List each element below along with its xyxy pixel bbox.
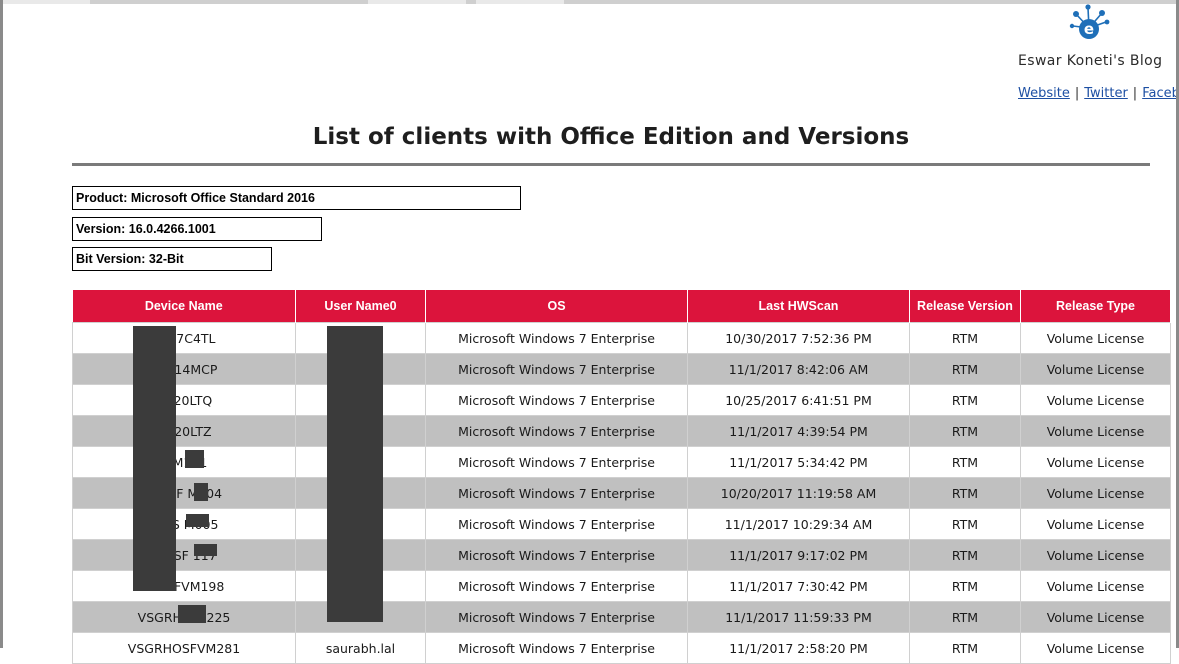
os-cell: Microsoft Windows 7 Enterprise bbox=[425, 353, 688, 385]
table-row: V OSF M004 Microsoft Windows 7 Enterprise… bbox=[72, 477, 1171, 509]
release-version-cell: RTM bbox=[909, 508, 1021, 540]
last-hwscan-cell: 11/1/2017 2:58:20 PM bbox=[687, 632, 910, 664]
column-header-last-hwscan[interactable]: Last HWScan bbox=[687, 290, 910, 323]
device-name-cell: V OS M005 bbox=[72, 508, 296, 540]
last-hwscan-cell: 11/1/2017 7:30:42 PM bbox=[687, 570, 910, 602]
tab-strip-segment bbox=[466, 0, 476, 4]
os-cell: Microsoft Windows 7 Enterprise bbox=[425, 632, 688, 664]
device-name-cell: V OSF 117 bbox=[72, 539, 296, 571]
table-row: VSGRHOSFVM281 saurabh.lal Microsoft Window… bbox=[72, 632, 1171, 664]
twitter-link[interactable]: Twitter bbox=[1084, 86, 1128, 101]
title-divider bbox=[72, 163, 1150, 166]
table-row: V OSFVM198w suMicrosoft Windows 7 Enterp… bbox=[72, 570, 1171, 602]
clients-table: Device Name User Name0 OS Last HWScan Re… bbox=[72, 290, 1171, 664]
release-version-cell: RTM bbox=[909, 353, 1021, 385]
table-row: O220LTZv suMicrosoft Windows 7 Enterpris… bbox=[72, 415, 1171, 447]
release-type-cell: Volume License bbox=[1020, 632, 1171, 664]
release-version-cell: RTM bbox=[909, 384, 1021, 416]
table-row: V OS M005sMicrosoft Windows 7 Enterprise… bbox=[72, 508, 1171, 540]
last-hwscan-cell: 10/20/2017 11:19:58 AM bbox=[687, 477, 910, 509]
release-version-cell: RTM bbox=[909, 322, 1021, 354]
device-name-cell: E4514MCP bbox=[72, 353, 296, 385]
table-row: S M101A STMicrosoft Windows 7 Enterprise… bbox=[72, 446, 1171, 478]
device-name-cell: V OSFVM198 bbox=[72, 570, 296, 602]
release-version-cell: RTM bbox=[909, 446, 1021, 478]
last-hwscan-cell: 11/1/2017 4:39:54 PM bbox=[687, 415, 910, 447]
bit-version-box: Bit Version: 32-Bit bbox=[72, 247, 272, 271]
release-type-cell: Volume License bbox=[1020, 601, 1171, 633]
blog-title: Eswar Koneti's Blog bbox=[1018, 53, 1163, 69]
tab-strip-segment bbox=[90, 0, 368, 4]
social-links: Website | Twitter | Faceb bbox=[1018, 86, 1176, 101]
column-header-release-version[interactable]: Release Version bbox=[909, 290, 1021, 323]
os-cell: Microsoft Windows 7 Enterprise bbox=[425, 570, 688, 602]
table-row: E247C4TL Microsoft Windows 7 Enterprise 10… bbox=[72, 322, 1171, 354]
release-type-cell: Volume License bbox=[1020, 446, 1171, 478]
last-hwscan-cell: 11/1/2017 11:59:33 PM bbox=[687, 601, 910, 633]
redaction-block bbox=[327, 326, 383, 622]
blog-logo-icon: e bbox=[1069, 4, 1110, 39]
table-header-row: Device Name User Name0 OS Last HWScan Re… bbox=[72, 290, 1171, 323]
redaction-block bbox=[178, 605, 206, 623]
os-cell: Microsoft Windows 7 Enterprise bbox=[425, 477, 688, 509]
release-type-cell: Volume License bbox=[1020, 539, 1171, 571]
release-version-cell: RTM bbox=[909, 601, 1021, 633]
redaction-block bbox=[194, 544, 217, 556]
release-version-cell: RTM bbox=[909, 539, 1021, 571]
os-cell: Microsoft Windows 7 Enterprise bbox=[425, 508, 688, 540]
device-name-cell: E247C4TL bbox=[72, 322, 296, 354]
facebook-link[interactable]: Faceb bbox=[1142, 86, 1176, 101]
device-name-cell: S M101 bbox=[72, 446, 296, 478]
os-cell: Microsoft Windows 7 Enterprise bbox=[425, 601, 688, 633]
release-version-cell: RTM bbox=[909, 632, 1021, 664]
table-row: O220LTQs alMicrosoft Windows 7 Enterpris… bbox=[72, 384, 1171, 416]
product-box: Product: Microsoft Office Standard 2016 bbox=[72, 186, 521, 210]
os-cell: Microsoft Windows 7 Enterprise bbox=[425, 322, 688, 354]
release-type-cell: Volume License bbox=[1020, 508, 1171, 540]
release-type-cell: Volume License bbox=[1020, 322, 1171, 354]
logo-letter: e bbox=[1084, 20, 1094, 38]
column-header-release-type[interactable]: Release Type bbox=[1020, 290, 1171, 323]
redaction-block bbox=[185, 450, 204, 468]
device-name-cell: V OSF M004 bbox=[72, 477, 296, 509]
os-cell: Microsoft Windows 7 Enterprise bbox=[425, 446, 688, 478]
last-hwscan-cell: 11/1/2017 5:34:42 PM bbox=[687, 446, 910, 478]
version-box: Version: 16.0.4266.1001 bbox=[72, 217, 322, 241]
last-hwscan-cell: 10/30/2017 7:52:36 PM bbox=[687, 322, 910, 354]
website-link[interactable]: Website bbox=[1018, 86, 1070, 101]
link-separator: | bbox=[1074, 86, 1080, 101]
column-header-os[interactable]: OS bbox=[425, 290, 688, 323]
release-type-cell: Volume License bbox=[1020, 477, 1171, 509]
redaction-block bbox=[186, 514, 209, 527]
user-name-cell: saurabh.lal bbox=[295, 632, 426, 664]
last-hwscan-cell: 11/1/2017 10:29:34 AM bbox=[687, 508, 910, 540]
last-hwscan-cell: 11/1/2017 9:17:02 PM bbox=[687, 539, 910, 571]
release-type-cell: Volume License bbox=[1020, 353, 1171, 385]
release-version-cell: RTM bbox=[909, 477, 1021, 509]
release-type-cell: Volume License bbox=[1020, 570, 1171, 602]
table-row: V OSF 117 Microsoft Windows 7 Enterprise 1… bbox=[72, 539, 1171, 571]
window-border-left bbox=[0, 0, 3, 648]
redaction-block bbox=[194, 483, 208, 501]
table-row: VSGRHO M225Z ezMicrosoft Windows 7 Enter… bbox=[72, 601, 1171, 633]
os-cell: Microsoft Windows 7 Enterprise bbox=[425, 415, 688, 447]
os-cell: Microsoft Windows 7 Enterprise bbox=[425, 384, 688, 416]
link-separator: | bbox=[1132, 86, 1138, 101]
release-version-cell: RTM bbox=[909, 570, 1021, 602]
device-name-cell: O220LTZ bbox=[72, 415, 296, 447]
device-name-cell: VSGRHOSFVM281 bbox=[72, 632, 296, 664]
release-type-cell: Volume License bbox=[1020, 415, 1171, 447]
redaction-block bbox=[133, 326, 176, 591]
os-cell: Microsoft Windows 7 Enterprise bbox=[425, 539, 688, 571]
report-title: List of clients with Office Edition and … bbox=[312, 124, 910, 150]
release-version-cell: RTM bbox=[909, 415, 1021, 447]
table-row: E4514MCP Microsoft Windows 7 Enterprise 11… bbox=[72, 353, 1171, 385]
release-type-cell: Volume License bbox=[1020, 384, 1171, 416]
column-header-user-name[interactable]: User Name0 bbox=[295, 290, 426, 323]
device-name-cell: O220LTQ bbox=[72, 384, 296, 416]
column-header-device-name[interactable]: Device Name bbox=[72, 290, 296, 323]
last-hwscan-cell: 11/1/2017 8:42:06 AM bbox=[687, 353, 910, 385]
last-hwscan-cell: 10/25/2017 6:41:51 PM bbox=[687, 384, 910, 416]
